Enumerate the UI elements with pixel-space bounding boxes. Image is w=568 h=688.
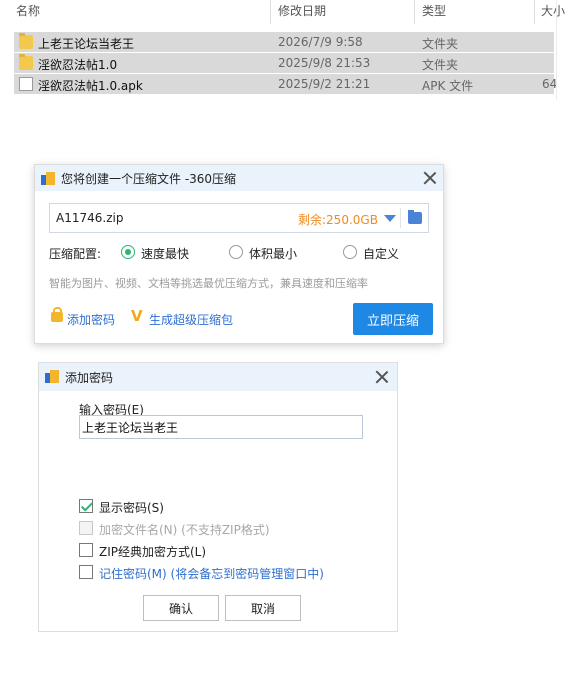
radio-label: 自定义 [363,247,400,261]
compress-now-button[interactable]: 立即压缩 [353,303,433,335]
file-type: APK 文件 [422,79,474,93]
dialog-titlebar[interactable]: 添加密码 [39,363,397,391]
dialog-titlebar[interactable]: 您将创建一个压缩文件 -360压缩 [35,165,443,191]
column-headers: 名称 修改日期 类型 大小 [0,0,568,26]
file-date: 2025/9/8 21:53 [278,56,371,70]
archive-file-name[interactable]: A11746.zip [56,211,123,225]
column-separator[interactable] [534,0,535,24]
compress-app-icon [45,369,60,383]
scrollbar[interactable] [556,0,557,100]
column-header-name[interactable]: 名称 [16,2,40,19]
file-size: 64 [542,77,558,91]
checkbox-label: 加密文件名(N) (不支持ZIP格式) [99,523,270,537]
file-explorer: 名称 修改日期 类型 大小 上老王论坛当老王 2026/7/9 9:58 文件夹… [0,0,568,100]
file-row[interactable]: 淫欲忍法帖1.0.apk 2025/9/2 21:21 APK 文件 64 [14,74,558,94]
file-date: 2026/7/9 9:58 [278,35,363,49]
compression-config-label: 压缩配置: [49,247,102,261]
file-name: 上老王论坛当老王 [38,37,135,51]
column-header-size[interactable]: 大小 [541,2,565,19]
add-password-dialog: 添加密码 输入密码(E) 显示密码(S) 加密文件名(N) (不支持ZIP格式)… [38,362,398,632]
file-date: 2025/9/2 21:21 [278,77,371,91]
dialog-title: 您将创建一个压缩文件 -360压缩 [61,172,237,186]
file-type: 文件夹 [422,58,459,72]
compression-description: 智能为图片、视频、文档等挑选最优压缩方式，兼具速度和压缩率 [49,277,368,290]
checkbox-label: 显示密码(S) [99,501,164,515]
radio-button-icon[interactable] [121,245,135,259]
checkbox-label: 记住密码(M) (将会备忘到密码管理窗口中) [99,567,324,581]
super-package-link[interactable]: 生成超级压缩包 [149,311,233,328]
archive-path-input[interactable]: A11746.zip 剩余:250.0GB [49,203,429,233]
column-separator[interactable] [270,0,271,24]
radio-label: 体积最小 [249,247,298,261]
file-icon [19,77,33,91]
radio-button-icon[interactable] [343,245,357,259]
folder-icon [19,33,33,49]
close-icon[interactable] [423,171,437,185]
password-input[interactable] [79,415,363,439]
lock-icon [51,307,63,322]
free-space-label: 剩余:250.0GB [298,213,378,227]
file-type: 文件夹 [422,37,459,51]
column-header-type[interactable]: 类型 [422,2,446,19]
column-header-date[interactable]: 修改日期 [278,2,326,19]
compress-app-icon [41,171,56,185]
browse-folder-icon[interactable] [408,210,422,224]
file-row[interactable]: 淫欲忍法帖1.0 2025/9/8 21:53 文件夹 [14,53,554,73]
checkbox-label: ZIP经典加密方式(L) [99,545,207,559]
confirm-button[interactable]: 确认 [143,595,219,621]
checkbox-icon [79,521,93,535]
dialog-title: 添加密码 [65,371,114,385]
file-row[interactable]: 上老王论坛当老王 2026/7/9 9:58 文件夹 [14,32,554,52]
checkbox-icon[interactable] [79,543,93,557]
file-name: 淫欲忍法帖1.0 [38,58,118,72]
file-name: 淫欲忍法帖1.0.apk [38,79,143,93]
cancel-button[interactable]: 取消 [225,595,301,621]
radio-label: 速度最快 [141,247,190,261]
folder-icon [19,54,33,70]
add-password-link[interactable]: 添加密码 [67,311,115,328]
column-separator[interactable] [414,0,415,24]
dropdown-arrow-icon[interactable] [384,215,396,222]
divider [400,208,401,228]
checkbox-icon[interactable] [79,565,93,579]
close-icon[interactable] [375,370,389,384]
compress-dialog: 您将创建一个压缩文件 -360压缩 A11746.zip 剩余:250.0GB … [34,164,444,344]
checkbox-icon[interactable] [79,499,93,513]
v-badge-icon: V [131,307,143,325]
radio-button-icon[interactable] [229,245,243,259]
